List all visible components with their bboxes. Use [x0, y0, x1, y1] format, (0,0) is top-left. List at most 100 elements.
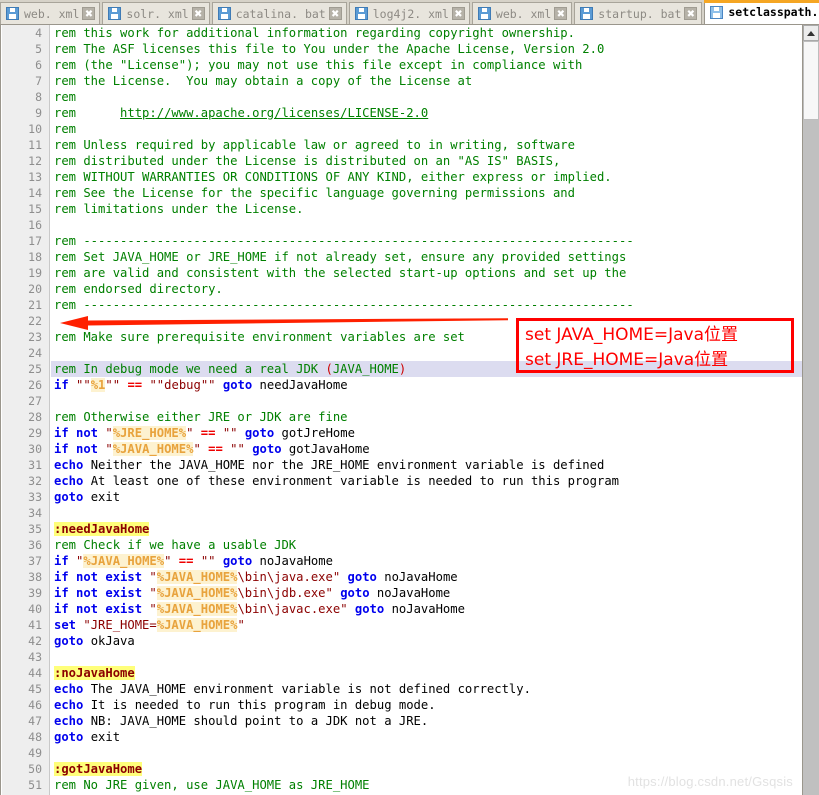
code-token: exit — [83, 730, 121, 744]
tab-label: setclasspath. bat — [728, 5, 819, 19]
code-line[interactable] — [51, 745, 803, 761]
code-line[interactable] — [51, 505, 803, 521]
code-line[interactable]: rem — [51, 121, 803, 137]
code-line[interactable]: rem WITHOUT WARRANTIES OR CONDITIONS OF … — [51, 169, 803, 185]
code-line[interactable]: rem this work for additional information… — [51, 25, 803, 41]
editor-tab[interactable]: web. xml ✖ — [471, 2, 573, 24]
code-line[interactable]: rem Set JAVA_HOME or JRE_HOME if not alr… — [51, 249, 803, 265]
code-line[interactable] — [51, 217, 803, 233]
line-number: 23 — [28, 330, 42, 344]
code-line[interactable]: rem limitations under the License. — [51, 201, 803, 217]
scroll-up-button[interactable] — [803, 25, 819, 41]
code-line[interactable]: rem See the License for the specific lan… — [51, 185, 803, 201]
code-editor[interactable]: 4 5 6 7 8 9 10 11 12 13 14 15 16 17 18 19 20 21 22 23 24 25 26… — [0, 25, 819, 795]
code-line[interactable]: rem Check if we have a usable JDK — [51, 537, 803, 553]
tab-close-icon[interactable]: ✖ — [82, 7, 96, 20]
line-number: 5 — [35, 42, 42, 56]
code-token: goto — [54, 634, 84, 648]
line-number: 24 — [28, 346, 42, 360]
code-line[interactable]: :needJavaHome — [51, 521, 803, 537]
code-token: goto — [54, 490, 84, 504]
watermark-text: https://blog.csdn.net/Gsqsis — [627, 774, 793, 789]
scrollbar-thumb[interactable] — [803, 41, 819, 120]
code-line[interactable]: rem — [51, 89, 803, 105]
code-line[interactable]: rem the License. You may obtain a copy o… — [51, 73, 803, 89]
line-number: 12 — [28, 154, 42, 168]
code-line[interactable]: if not exist "%JAVA_HOME%\bin\java.exe" … — [51, 569, 803, 585]
code-line[interactable]: echo It is needed to run this program in… — [51, 697, 803, 713]
line-number: 42 — [28, 634, 42, 648]
code-line[interactable]: rem ------------------------------------… — [51, 297, 803, 313]
code-line[interactable]: rem distributed under the License is dis… — [51, 153, 803, 169]
code-line[interactable]: rem The ASF licenses this file to You un… — [51, 41, 803, 57]
line-number: 7 — [35, 74, 42, 88]
line-number: 33 — [28, 490, 42, 504]
tab-close-icon[interactable]: ✖ — [328, 7, 342, 20]
line-number: 38 — [28, 570, 42, 584]
tab-label: web. xml — [24, 6, 80, 21]
code-token: :noJavaHome — [54, 666, 135, 680]
code-token: noJavaHome — [369, 586, 451, 600]
code-token: rem distributed under the License is dis… — [54, 154, 561, 168]
code-token: set — [54, 618, 77, 632]
code-line[interactable]: if "%JAVA_HOME%" == "" goto noJavaHome — [51, 553, 803, 569]
annotation-line-2: set JRE_HOME=Java位置 — [525, 350, 729, 370]
code-token: rem — [54, 106, 121, 120]
editor-tab[interactable]: startup. bat ✖ — [574, 2, 703, 24]
code-line[interactable]: if not exist "%JAVA_HOME%\bin\javac.exe"… — [51, 601, 803, 617]
code-line[interactable]: rem http://www.apache.org/licenses/LICEN… — [51, 105, 803, 121]
code-line[interactable]: rem are valid and consistent with the se… — [51, 265, 803, 281]
code-token: "" — [200, 554, 216, 568]
tab-close-icon[interactable]: ✖ — [684, 7, 698, 20]
code-line[interactable]: rem Unless required by applicable law or… — [51, 137, 803, 153]
code-line[interactable]: rem Otherwise either JRE or JDK are fine — [51, 409, 803, 425]
editor-tab[interactable]: web. xml ✖ — [0, 2, 101, 24]
tab-strip: web. xml ✖ solr. xml ✖ catalina. bat ✖ log4j2.… — [0, 0, 819, 24]
line-number: 18 — [28, 250, 42, 264]
code-line[interactable]: if ""%1"" == ""debug"" goto needJavaHome — [51, 377, 803, 393]
code-line[interactable]: echo NB: JAVA_HOME should point to a JDK… — [51, 713, 803, 729]
code-line[interactable]: if not "%JAVA_HOME%" == "" goto gotJavaH… — [51, 441, 803, 457]
code-line[interactable]: goto okJava — [51, 633, 803, 649]
tab-close-icon[interactable]: ✖ — [191, 7, 205, 20]
code-line[interactable]: rem endorsed directory. — [51, 281, 803, 297]
code-token: rem Set JAVA_HOME or JRE_HOME if not alr… — [54, 250, 627, 264]
code-line[interactable] — [51, 649, 803, 665]
code-line[interactable]: echo Neither the JAVA_HOME nor the JRE_H… — [51, 457, 803, 473]
code-token: %JAVA_HOME% — [156, 618, 238, 632]
code-line[interactable]: goto exit — [51, 489, 803, 505]
code-token: Neither the JAVA_HOME nor the JRE_HOME e… — [83, 458, 605, 472]
line-number: 22 — [28, 314, 42, 328]
code-token: echo — [54, 698, 84, 712]
editor-tab[interactable]: log4j2. xml ✖ — [348, 2, 470, 24]
code-line[interactable]: echo The JAVA_HOME environment variable … — [51, 681, 803, 697]
editor-tab[interactable]: setclasspath. bat✖ — [704, 0, 819, 24]
code-line[interactable]: :noJavaHome — [51, 665, 803, 681]
code-line[interactable]: rem ------------------------------------… — [51, 233, 803, 249]
tab-close-icon[interactable]: ✖ — [451, 7, 465, 20]
code-token: rem No JRE given, use JAVA_HOME as JRE_H… — [54, 778, 370, 792]
code-token: rem ------------------------------------… — [54, 298, 634, 312]
code-token: rem WITHOUT WARRANTIES OR CONDITIONS OF … — [54, 170, 612, 184]
code-line[interactable]: if not "%JRE_HOME%" == "" goto gotJreHom… — [51, 425, 803, 441]
code-line[interactable]: goto exit — [51, 729, 803, 745]
code-token: ) — [398, 362, 407, 376]
code-line[interactable]: echo At least one of these environment v… — [51, 473, 803, 489]
code-text-area[interactable]: rem this work for additional information… — [51, 25, 803, 795]
code-token: %JRE_HOME% — [112, 426, 187, 440]
code-token: rem Make sure prerequisite environment v… — [54, 330, 465, 344]
line-number: 29 — [28, 426, 42, 440]
vertical-scrollbar[interactable] — [802, 25, 819, 795]
code-token: == — [208, 442, 223, 456]
editor-tab[interactable]: catalina. bat ✖ — [211, 2, 347, 24]
code-line[interactable]: set "JRE_HOME=%JAVA_HOME%" — [51, 617, 803, 633]
code-token: " — [237, 618, 245, 632]
code-line[interactable]: if not exist "%JAVA_HOME%\bin\jdb.exe" g… — [51, 585, 803, 601]
tab-close-icon[interactable]: ✖ — [554, 7, 568, 20]
code-line[interactable]: rem (the "License"); you may not use thi… — [51, 57, 803, 73]
editor-tab[interactable]: solr. xml ✖ — [102, 2, 210, 24]
code-token: echo — [54, 682, 84, 696]
code-line[interactable] — [51, 393, 803, 409]
triangle-up-icon — [807, 30, 815, 36]
